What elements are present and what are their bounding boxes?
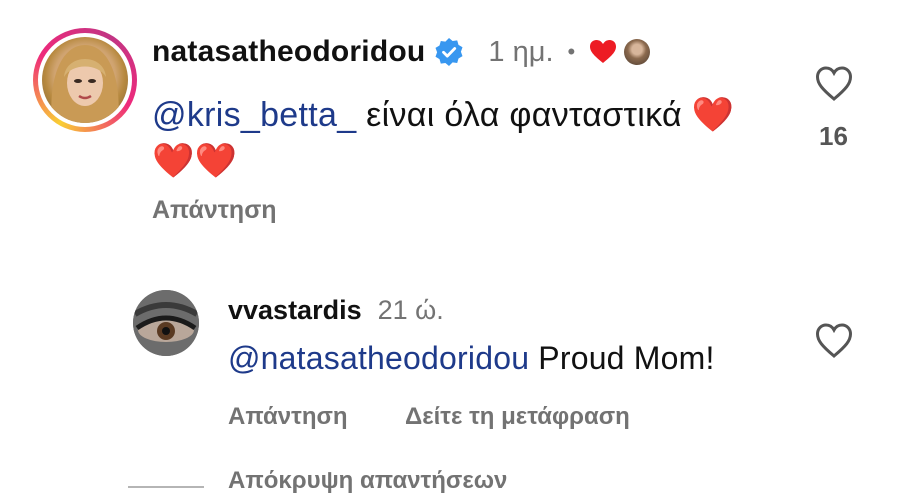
- comment2-reply-button[interactable]: Απάντηση: [228, 403, 348, 431]
- hide-replies-button[interactable]: Απόκρυψη απαντήσεων: [228, 467, 507, 495]
- comment2-header: vvastardis 21 ώ.: [228, 292, 444, 328]
- comment1-mention[interactable]: @kris_betta_: [152, 96, 356, 134]
- avatar-eye-graphic: [133, 290, 199, 356]
- separator-dot: •: [567, 39, 576, 64]
- comment2-timestamp: 21 ώ.: [377, 294, 444, 325]
- heart-emoji-line2: ❤️❤️: [152, 142, 238, 180]
- avatar-vvastardis[interactable]: [133, 290, 199, 356]
- comment1-body: @kris_betta_ είναι όλα φανταστικά ❤️ ❤️❤…: [152, 92, 792, 184]
- heart-emoji: ❤️: [691, 96, 735, 134]
- comment1-text: είναι όλα φανταστικά: [356, 96, 692, 134]
- avatar-face-graphic: [51, 45, 119, 123]
- avatar-natasatheodoridou[interactable]: [33, 28, 137, 132]
- creator-liked-heart-icon: [590, 40, 617, 63]
- comment2-username[interactable]: vvastardis: [228, 295, 362, 326]
- comment1-username[interactable]: natasatheodoridou: [152, 35, 425, 69]
- hide-replies-divider: [128, 486, 204, 488]
- comment1-like-heart-icon[interactable]: [815, 66, 853, 102]
- avatar-photo: [42, 37, 128, 123]
- comment2-mention[interactable]: @natasatheodoridou: [228, 340, 529, 376]
- creator-avatar-mini: [624, 39, 651, 65]
- comment2-translate-button[interactable]: Δείτε τη μετάφραση: [405, 403, 630, 431]
- comment1-timestamp: 1 ημ.: [488, 35, 554, 68]
- comment2-text: Proud Mom!: [529, 340, 715, 376]
- comment1-reply-button[interactable]: Απάντηση: [152, 196, 277, 225]
- avatar-border: [38, 33, 132, 127]
- verified-badge-icon: [435, 38, 463, 66]
- comment2-like-heart-icon[interactable]: [815, 323, 853, 359]
- comment2-body: @natasatheodoridou Proud Mom!: [228, 340, 715, 377]
- comment1-like-count: 16: [819, 121, 848, 151]
- comment1-header: natasatheodoridou 1 ημ. •: [152, 32, 651, 72]
